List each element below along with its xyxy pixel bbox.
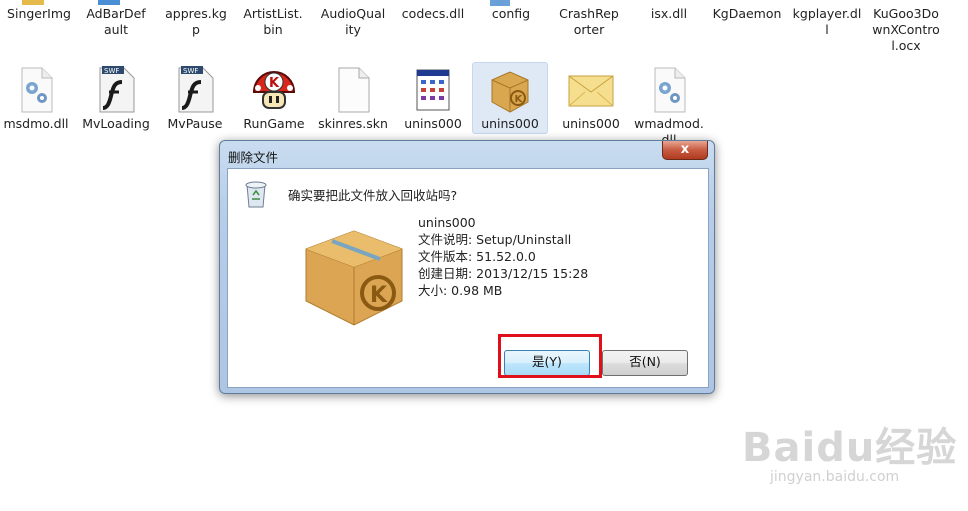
file-label: msdmo.dll — [3, 116, 69, 131]
file-label: kgplayer.dll — [792, 6, 862, 37]
file-size: 大小: 0.98 MB — [418, 283, 503, 298]
mushroom-icon: K — [250, 66, 298, 114]
swf-icon: SWF — [92, 66, 140, 114]
file-item[interactable]: skinres.skn — [316, 66, 390, 132]
file-version: 文件版本: 51.52.0.0 — [418, 249, 536, 264]
file-label: MvPause — [167, 116, 223, 131]
file-label: skinres.skn — [318, 116, 388, 131]
file-label: isx.dll — [650, 6, 688, 21]
dialog-body: 确实要把此文件放入回收站吗? K unins000 文件说明: Setup/Un… — [227, 168, 709, 388]
file-label: codecs.dll — [401, 6, 465, 21]
file-created-date: 创建日期: 2013/12/15 15:28 — [418, 266, 589, 281]
highlight-annotation-box — [498, 334, 602, 378]
svg-text:SWF: SWF — [183, 67, 198, 75]
blank-file-icon — [329, 66, 377, 114]
file-label: unins000 — [562, 116, 620, 131]
svg-text:K: K — [269, 76, 280, 91]
file-item-selected[interactable]: K unins000 — [472, 62, 548, 134]
kugou-box-icon: K — [486, 66, 534, 114]
file-item[interactable]: K RunGame — [236, 66, 312, 132]
file-label: KuGoo3DownXControl.ocx — [872, 6, 940, 53]
swf-icon: SWF — [171, 66, 219, 114]
file-label: RunGame — [243, 116, 305, 131]
file-label: ArtistList.bin — [243, 6, 303, 37]
no-button[interactable]: 否(N) — [602, 350, 688, 376]
file-label: CrashReporter — [559, 6, 619, 37]
file-item[interactable]: wmadmod.dll — [632, 66, 706, 148]
confirm-question: 确实要把此文件放入回收站吗? — [288, 188, 458, 203]
app-window-icon — [409, 66, 457, 114]
close-button[interactable]: x — [662, 141, 708, 160]
file-info: unins000 文件说明: Setup/Uninstall 文件版本: 51.… — [418, 214, 588, 299]
file-item[interactable]: SWF MvPause — [160, 66, 230, 132]
file-label: KgDaemon — [712, 6, 782, 21]
file-label: appres.kgp — [165, 6, 227, 37]
envelope-icon — [567, 66, 615, 114]
dialog-title: 删除文件 — [228, 150, 279, 165]
svg-text:SWF: SWF — [104, 67, 119, 75]
file-item[interactable]: unins000 — [552, 66, 630, 132]
file-name: unins000 — [418, 215, 476, 230]
delete-file-dialog: 删除文件 x 确实要把此文件放入回收站吗? K unins000 文件说明: S… — [219, 140, 715, 394]
file-label: MvLoading — [82, 116, 150, 131]
file-label: config — [491, 6, 531, 21]
kugou-box-icon: K — [298, 219, 408, 333]
file-item[interactable]: msdmo.dll — [0, 66, 72, 132]
file-description: 文件说明: Setup/Uninstall — [418, 232, 572, 247]
file-label: AdBarDefault — [86, 6, 146, 37]
file-item[interactable]: SWF MvLoading — [82, 66, 150, 132]
file-label: unins000 — [404, 116, 462, 131]
file-item[interactable]: unins000 — [394, 66, 472, 132]
file-label: unins000 — [481, 116, 539, 131]
dll-gear-icon — [12, 66, 60, 114]
recycle-bin-icon — [242, 179, 270, 213]
svg-text:K: K — [515, 94, 524, 105]
file-label: SingerImg — [7, 6, 71, 21]
file-label: AudioQuality — [320, 6, 386, 37]
watermark-brand: Baidu经验 — [742, 425, 958, 471]
dll-gear-icon — [645, 66, 693, 114]
svg-text:K: K — [370, 283, 388, 308]
baidu-watermark: Baidu经验 jingyan.baidu.com — [742, 415, 957, 485]
